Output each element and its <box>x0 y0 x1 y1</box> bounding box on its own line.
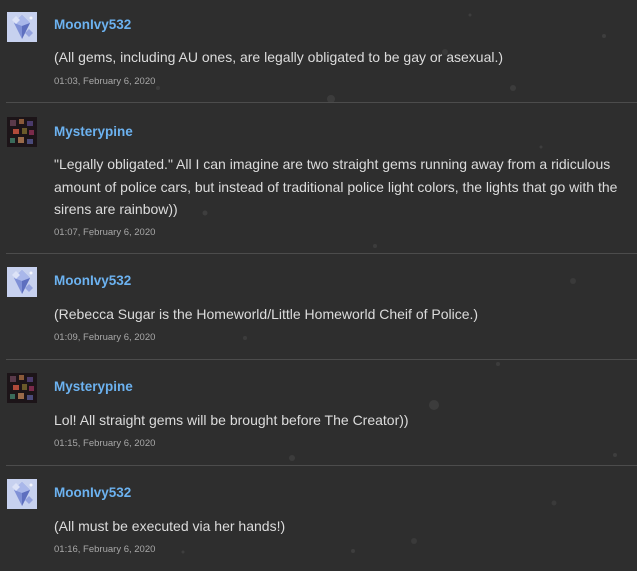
comment-body: (All must be executed via her hands!) <box>54 518 286 534</box>
comment-item: Mysterypine "Legally obligated." All I c… <box>0 103 637 254</box>
comment-timestamp: 01:07, February 6, 2020 <box>54 227 156 238</box>
comment-username[interactable]: Mysterypine <box>54 379 133 394</box>
comment-username[interactable]: Mysterypine <box>54 124 133 139</box>
crystal-avatar-icon[interactable] <box>7 267 37 297</box>
comment-timestamp: 01:16, February 6, 2020 <box>54 544 156 555</box>
comment-body: Lol! All straight gems will be brought b… <box>54 412 409 428</box>
comment-body: (All gems, including AU ones, are legall… <box>54 49 504 65</box>
pixel-avatar-icon[interactable] <box>7 373 37 403</box>
comment-username[interactable]: MoonIvy532 <box>54 17 131 32</box>
comment-item: MoonIvy532 (All gems, including AU ones,… <box>0 0 637 103</box>
comment-timestamp: 01:03, February 6, 2020 <box>54 76 156 87</box>
comment-body: (Rebecca Sugar is the Homeworld/Little H… <box>54 306 479 322</box>
comment-item: MoonIvy532 (Rebecca Sugar is the Homewor… <box>0 254 637 360</box>
pixel-avatar-icon[interactable] <box>7 117 37 147</box>
crystal-avatar-icon[interactable] <box>7 479 37 509</box>
comment-username[interactable]: MoonIvy532 <box>54 485 131 500</box>
comment-body: "Legally obligated." All I can imagine a… <box>54 156 618 217</box>
crystal-avatar-icon[interactable] <box>7 12 37 42</box>
comment-timestamp: 01:09, February 6, 2020 <box>54 332 156 343</box>
comment-thread: MoonIvy532 (All gems, including AU ones,… <box>0 0 637 571</box>
comment-username[interactable]: MoonIvy532 <box>54 273 131 288</box>
comment-item: MoonIvy532 (All must be executed via her… <box>0 466 637 571</box>
comment-item: Mysterypine Lol! All straight gems will … <box>0 360 637 466</box>
comment-timestamp: 01:15, February 6, 2020 <box>54 438 156 449</box>
